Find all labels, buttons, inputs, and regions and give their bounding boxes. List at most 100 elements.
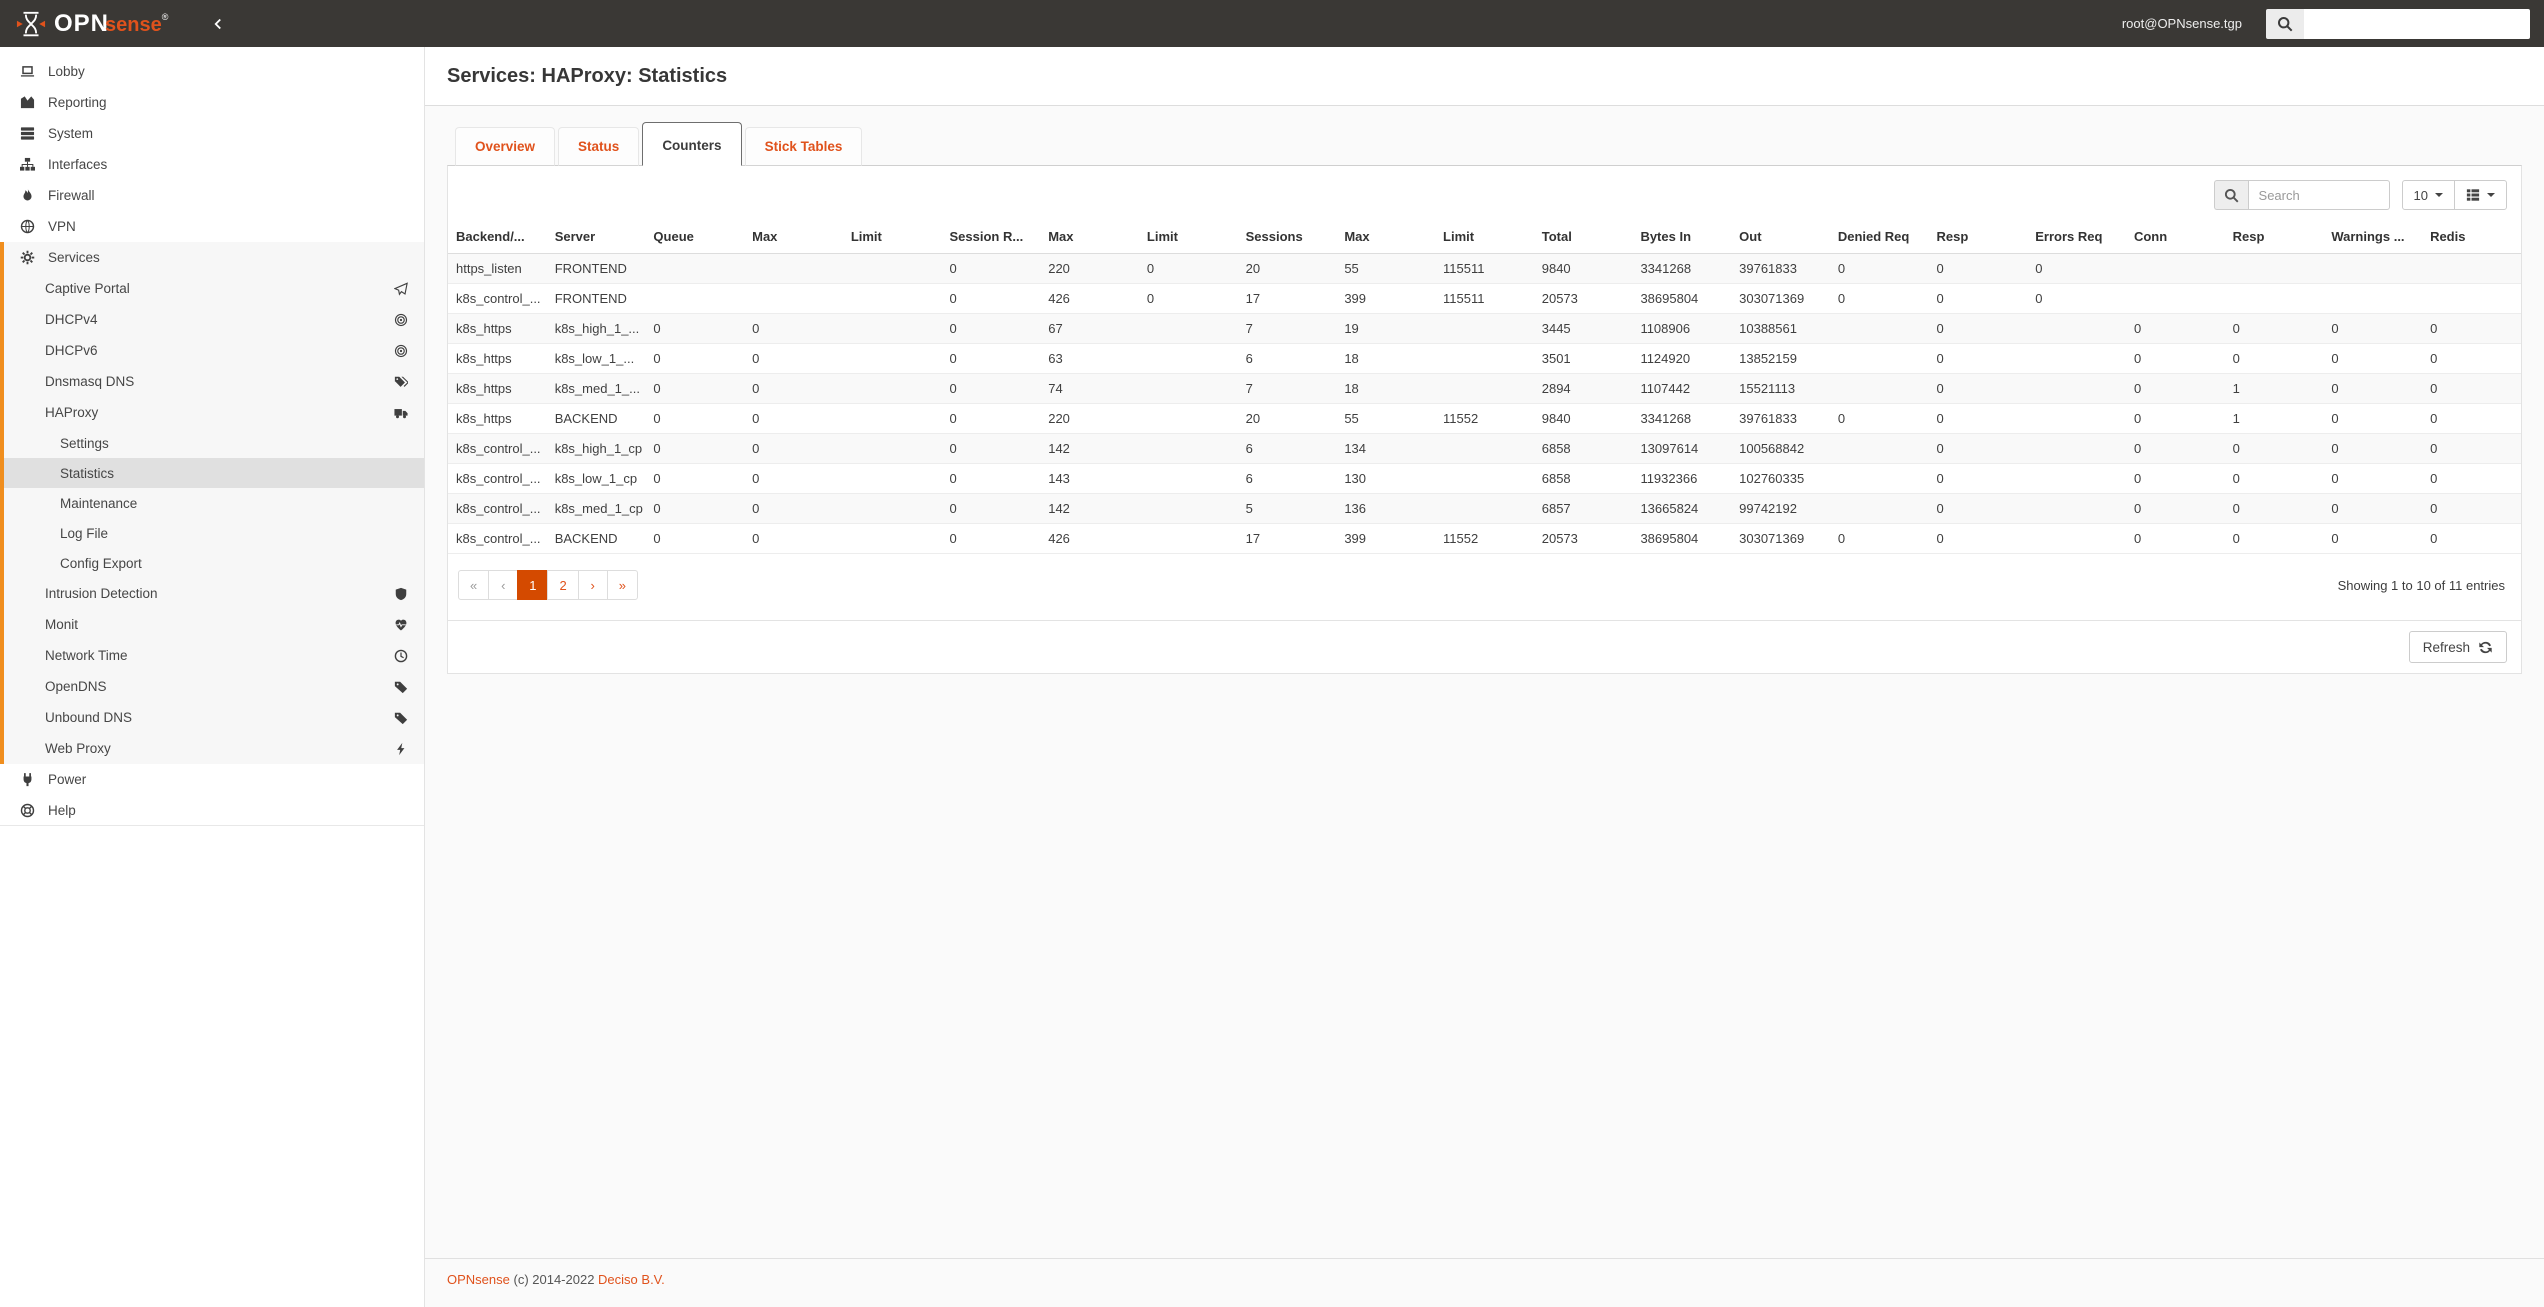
search-icon[interactable]	[2266, 8, 2304, 39]
cell: 5	[1237, 493, 1337, 524]
sidebar-item-haproxy-config-export[interactable]: Config Export	[4, 548, 424, 578]
cell: 0	[645, 493, 745, 524]
sidebar-item-dhcpv6[interactable]: DHCPv6	[4, 335, 424, 366]
opnsense-logo[interactable]: OPNsense®	[16, 9, 168, 39]
deciso-footer-link[interactable]: Deciso B.V.	[598, 1272, 665, 1287]
column-header-max[interactable]: Max	[1040, 220, 1139, 254]
cell	[645, 253, 745, 284]
plug-icon	[17, 772, 37, 787]
tab-counters[interactable]: Counters	[642, 122, 742, 166]
sidebar-item-interfaces[interactable]: Interfaces	[0, 149, 424, 180]
cell: 19	[1336, 313, 1436, 344]
cell	[1435, 493, 1534, 524]
column-header-warnings[interactable]: Warnings ...	[2323, 220, 2423, 254]
column-header-out[interactable]: Out	[1731, 220, 1830, 254]
sidebar-item-help[interactable]: Help	[0, 795, 424, 826]
column-header-max[interactable]: Max	[1336, 220, 1436, 254]
cell: 20573	[1533, 283, 1633, 314]
column-header-limit[interactable]: Limit	[842, 220, 942, 254]
laptop-icon	[17, 64, 37, 79]
sidebar-item-dhcpv4[interactable]: DHCPv4	[4, 304, 424, 335]
sidebar-item-web-proxy[interactable]: Web Proxy	[4, 733, 424, 764]
column-header-denied-req[interactable]: Denied Req	[1829, 220, 1929, 254]
sidebar-item-vpn[interactable]: VPN	[0, 211, 424, 242]
sidebar-item-network-time[interactable]: Network Time	[4, 640, 424, 671]
sidebar-item-lobby[interactable]: Lobby	[0, 56, 424, 87]
sidebar-item-reporting[interactable]: Reporting	[0, 87, 424, 118]
hourglass-logo-icon	[16, 9, 46, 39]
pagination-last-button[interactable]: »	[606, 570, 638, 600]
tab-overview[interactable]: Overview	[455, 127, 556, 166]
column-header-redis[interactable]: Redis	[2422, 220, 2521, 254]
cell: 11552	[1435, 403, 1534, 434]
sidebar-item-label: OpenDNS	[45, 679, 107, 694]
column-header-limit[interactable]: Limit	[1138, 220, 1238, 254]
cell: 63	[1040, 343, 1139, 374]
cell	[645, 283, 745, 314]
sidebar-item-firewall[interactable]: Firewall	[0, 180, 424, 211]
cell	[1829, 463, 1929, 494]
pagination-page-1[interactable]: 1	[517, 570, 549, 600]
opnsense-footer-link[interactable]: OPNsense	[447, 1272, 510, 1287]
caret-down-icon	[2435, 193, 2443, 197]
sidebar-item-unbound-dns[interactable]: Unbound DNS	[4, 702, 424, 733]
top-header: OPNsense® root@OPNsense.tgp	[0, 0, 2544, 47]
column-header-resp[interactable]: Resp	[2224, 220, 2324, 254]
sidebar-item-dnsmasq-dns[interactable]: Dnsmasq DNS	[4, 366, 424, 397]
column-selector-dropdown[interactable]	[2454, 180, 2507, 210]
cell: 0	[2224, 313, 2324, 344]
refresh-button[interactable]: Refresh	[2408, 631, 2507, 663]
paper-plane-icon	[394, 281, 408, 296]
tab-status[interactable]: Status	[558, 127, 640, 166]
column-header-max[interactable]: Max	[744, 220, 843, 254]
column-header-resp[interactable]: Resp	[1928, 220, 2028, 254]
cell: 0	[2323, 403, 2423, 434]
column-header-total[interactable]: Total	[1533, 220, 1633, 254]
page-header: Services: HAProxy: Statistics	[425, 47, 2544, 106]
sidebar-item-haproxy-statistics[interactable]: Statistics	[4, 458, 424, 488]
pagination-prev-button[interactable]: ‹	[488, 570, 519, 600]
table-row: k8s_https k8s_med_1_... 0 0 0 74 7 18 2894 110744…	[448, 373, 2521, 404]
sidebar-collapse-button[interactable]	[212, 17, 224, 31]
pagination-next-button[interactable]: ›	[577, 570, 608, 600]
cell: 0	[941, 373, 1041, 404]
sidebar-item-intrusion-detection[interactable]: Intrusion Detection	[4, 578, 424, 609]
column-header-backend[interactable]: Backend/...	[448, 220, 547, 254]
sidebar-item-captive-portal[interactable]: Captive Portal	[4, 273, 424, 304]
sidebar-item-haproxy-log-file[interactable]: Log File	[4, 518, 424, 548]
column-header-session-r[interactable]: Session R...	[941, 220, 1041, 254]
sidebar-item-opendns[interactable]: OpenDNS	[4, 671, 424, 702]
cell: 6	[1237, 343, 1337, 374]
sidebar-item-services[interactable]: Services	[4, 242, 424, 273]
pagination-first-button[interactable]: «	[458, 570, 490, 600]
cell: 0	[645, 463, 745, 494]
sidebar-item-monit[interactable]: Monit	[4, 609, 424, 640]
cell	[2027, 343, 2126, 374]
column-header-server[interactable]: Server	[546, 220, 646, 254]
global-search-input[interactable]	[2304, 8, 2530, 39]
sidebar-item-haproxy-settings[interactable]: Settings	[4, 428, 424, 458]
column-header-conn[interactable]: Conn	[2125, 220, 2225, 254]
column-header-bytes-in[interactable]: Bytes In	[1632, 220, 1732, 254]
cell: 74	[1040, 373, 1139, 404]
sidebar-item-haproxy-maintenance[interactable]: Maintenance	[4, 488, 424, 518]
column-header-sessions[interactable]: Sessions	[1237, 220, 1337, 254]
column-header-limit[interactable]: Limit	[1435, 220, 1534, 254]
cell: 0	[1928, 373, 2028, 404]
page-size-dropdown[interactable]: 10	[2401, 180, 2455, 210]
column-header-errors-req[interactable]: Errors Req	[2027, 220, 2126, 254]
cell: 13852159	[1731, 343, 1830, 374]
column-header-queue[interactable]: Queue	[645, 220, 745, 254]
cell: k8s_control_...	[448, 433, 547, 464]
cell: 0	[645, 433, 745, 464]
sidebar-item-haproxy[interactable]: HAProxy	[4, 397, 424, 428]
cell	[2027, 373, 2126, 404]
pagination-page-2[interactable]: 2	[547, 570, 579, 600]
cell: 0	[2323, 343, 2423, 374]
sidebar-item-power[interactable]: Power	[0, 764, 424, 795]
sidebar-item-system[interactable]: System	[0, 118, 424, 149]
cell	[842, 403, 942, 434]
cell	[2027, 463, 2126, 494]
tab-stick-tables[interactable]: Stick Tables	[744, 127, 863, 166]
table-search-input[interactable]	[2247, 180, 2390, 210]
